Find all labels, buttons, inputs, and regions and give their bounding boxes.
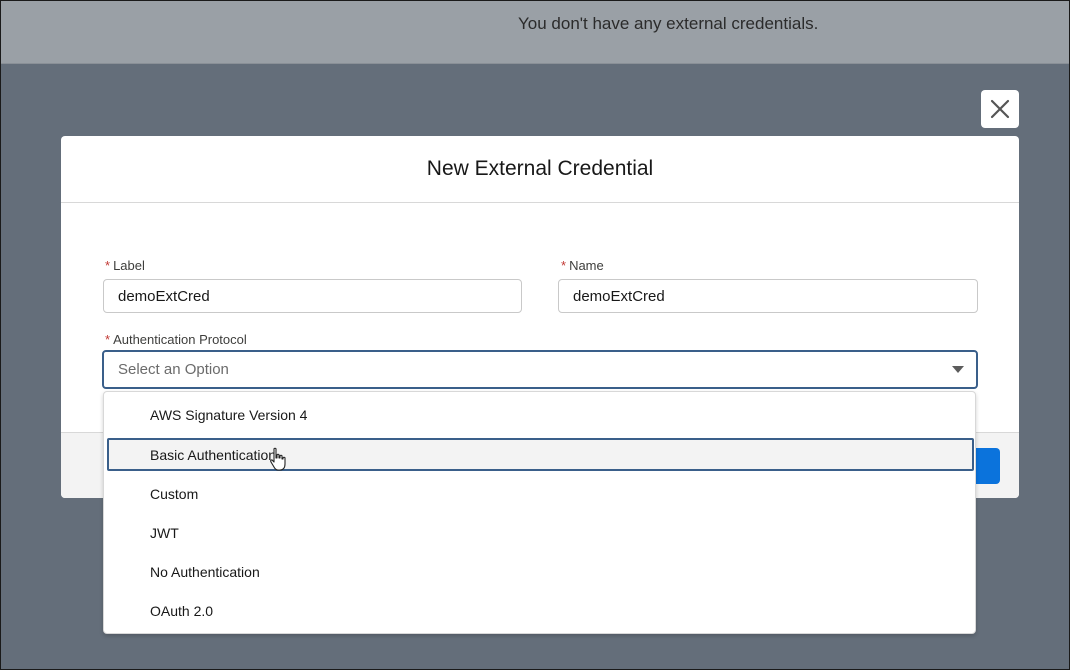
option-no-authentication[interactable]: No Authentication [104,554,975,590]
option-oauth-2[interactable]: OAuth 2.0 [104,593,975,629]
modal-header: New External Credential [61,136,1019,203]
hand-pointer-icon [270,447,286,471]
name-field-text: Name [569,258,604,273]
option-jwt[interactable]: JWT [104,515,975,551]
option-custom[interactable]: Custom [104,476,975,512]
label-field-text: Label [113,258,145,273]
required-marker: * [105,332,111,347]
close-icon [990,99,1010,119]
modal-title: New External Credential [426,157,654,180]
option-basic-authentication[interactable]: Basic Authentication [107,438,974,471]
name-input[interactable]: demoExtCred [558,279,978,313]
chevron-down-icon [952,366,964,373]
auth-protocol-field-label: * Authentication Protocol [105,332,247,347]
empty-state-text: You don't have any external credentials. [518,14,819,33]
required-marker: * [561,258,567,273]
auth-protocol-field-text: Authentication Protocol [113,332,247,347]
auth-protocol-dropdown: AWS Signature Version 4 Basic Authentica… [103,391,976,634]
label-input[interactable]: demoExtCred [103,279,522,313]
close-modal-button[interactable] [981,90,1019,128]
required-marker: * [105,258,111,273]
select-placeholder: Select an Option [118,361,229,378]
name-field-label: * Name [561,258,604,273]
label-field-label: * Label [105,258,145,273]
auth-protocol-select[interactable]: Select an Option [102,350,978,389]
background-header: You don't have any external credentials. [0,0,1070,64]
option-aws-signature-v4[interactable]: AWS Signature Version 4 [104,397,975,433]
